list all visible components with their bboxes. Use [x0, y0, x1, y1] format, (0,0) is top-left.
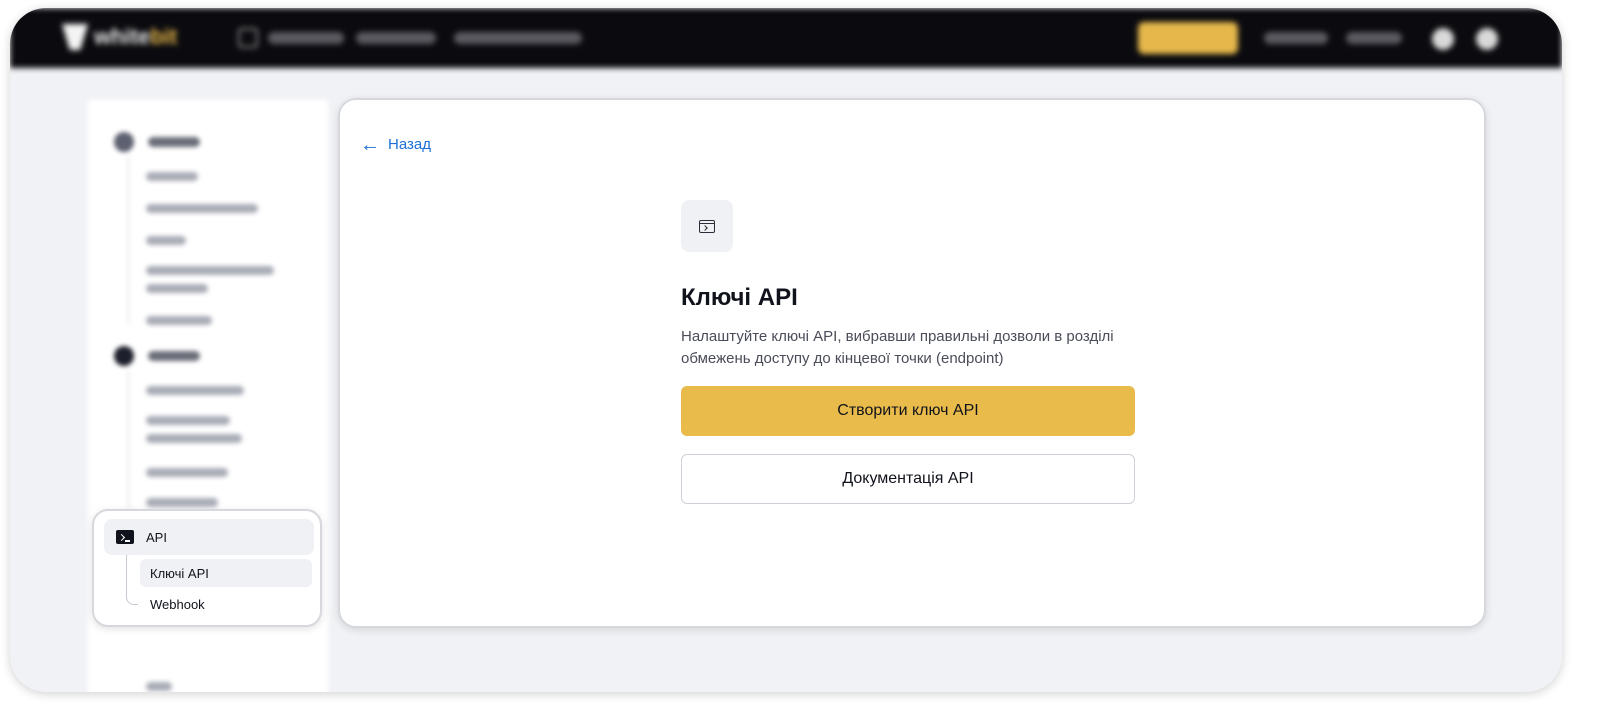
sidebar-item-api[interactable]: API: [104, 519, 314, 555]
app-window: whitebit API Ключі API Webhook ← Назад К…: [10, 8, 1562, 692]
top-navbar: whitebit: [10, 8, 1562, 68]
nav-item-blurred[interactable]: [268, 32, 344, 44]
terminal-icon: [116, 530, 134, 544]
page-title: Ключі API: [681, 284, 798, 311]
logo-text: whitebit: [94, 24, 178, 49]
sidebar-section-blurred[interactable]: [148, 351, 200, 361]
nav-item-blurred[interactable]: [454, 32, 582, 44]
sidebar-item-blurred[interactable]: [146, 266, 274, 275]
terminal-window-icon: [699, 219, 715, 233]
nav-item-blurred[interactable]: [1346, 32, 1402, 44]
sidebar-item-blurred[interactable]: [146, 416, 230, 425]
apps-grid-icon[interactable]: [238, 28, 258, 48]
back-link[interactable]: ← Назад: [360, 133, 431, 156]
logo-mark-icon: [62, 24, 88, 50]
sidebar-section-blurred[interactable]: [148, 137, 200, 147]
sidebar-subitem-webhook[interactable]: Webhook: [150, 597, 205, 612]
main-panel: ← Назад Ключі API Налаштуйте ключі API, …: [338, 98, 1486, 628]
settings-icon[interactable]: [1476, 28, 1498, 50]
sidebar-item-blurred[interactable]: [146, 682, 172, 691]
account-icon[interactable]: [1432, 28, 1454, 50]
sidebar-item-blurred[interactable]: [146, 204, 258, 213]
sidebar-item-blurred[interactable]: [146, 236, 186, 245]
sidebar-item-blurred[interactable]: [146, 316, 212, 325]
sidebar-item-blurred[interactable]: [146, 284, 208, 293]
sidebar-api-section: API Ключі API Webhook: [92, 509, 322, 627]
page-description: Налаштуйте ключі API, вибравши правильні…: [681, 328, 1114, 367]
logo[interactable]: whitebit: [62, 24, 197, 50]
sidebar-item-blurred[interactable]: [146, 434, 242, 443]
empty-state: Ключі API Налаштуйте ключі API, вибравши…: [681, 200, 1137, 504]
api-docs-button[interactable]: Документація API: [681, 454, 1135, 504]
terminal-tile: [681, 200, 733, 252]
sidebar-item-blurred[interactable]: [146, 172, 198, 181]
sidebar-item-label: API: [146, 529, 167, 545]
arrow-left-icon: ←: [360, 133, 380, 156]
sidebar-item-blurred[interactable]: [146, 386, 244, 395]
sidebar-subitem-api-keys[interactable]: Ключі API: [140, 559, 312, 587]
back-label: Назад: [388, 136, 431, 153]
create-api-key-button[interactable]: Створити ключ API: [681, 386, 1135, 436]
section-icon: [114, 346, 134, 366]
sidebar-item-blurred[interactable]: [146, 498, 218, 507]
section-icon: [114, 132, 134, 152]
tree-connector: [126, 555, 138, 605]
cta-button-blurred[interactable]: [1138, 22, 1238, 54]
sidebar-item-blurred[interactable]: [146, 468, 228, 477]
nav-item-blurred[interactable]: [1264, 32, 1328, 44]
nav-item-blurred[interactable]: [356, 32, 436, 44]
